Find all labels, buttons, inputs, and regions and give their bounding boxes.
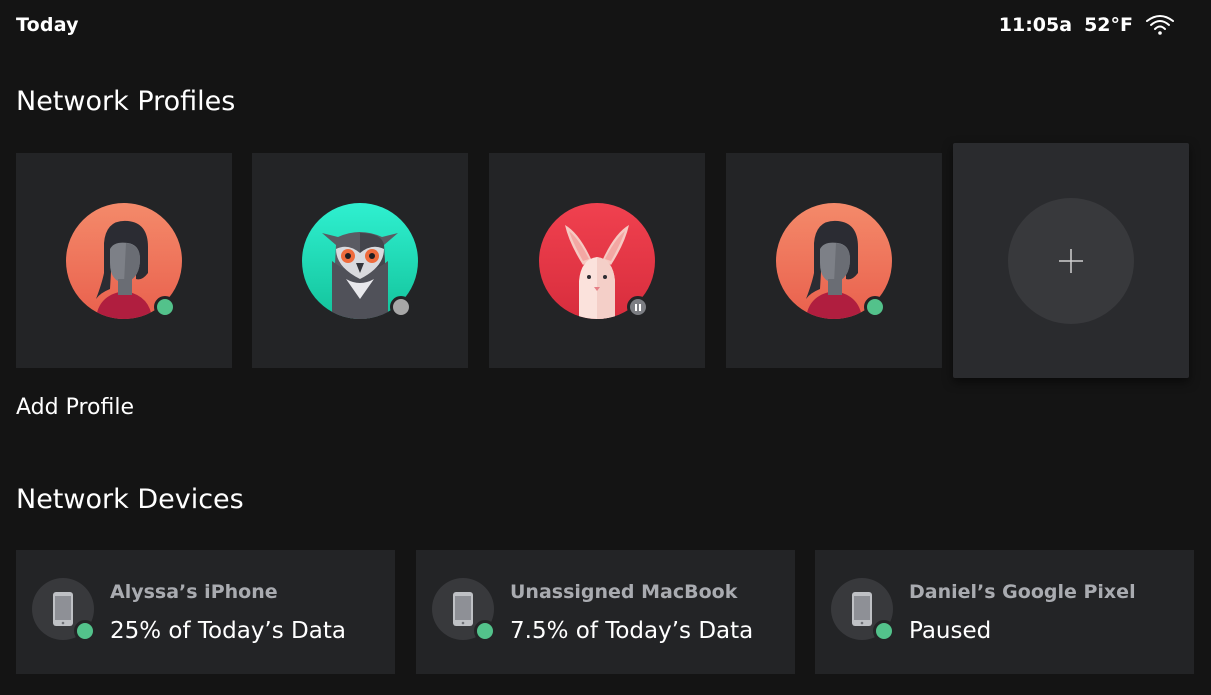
device-online-indicator bbox=[74, 620, 96, 642]
status-area: 11:05a 52°F bbox=[999, 13, 1175, 37]
wifi-icon bbox=[1145, 13, 1175, 37]
status-paused-indicator bbox=[627, 296, 649, 318]
device-card[interactable]: Unassigned MacBook 7.5% of Today’s Data bbox=[416, 550, 795, 674]
add-profile-label: Add Profile bbox=[16, 395, 134, 420]
device-usage: 25% of Today’s Data bbox=[110, 618, 346, 644]
add-profile-circle bbox=[1008, 198, 1134, 324]
clock: 11:05a bbox=[998, 14, 1073, 36]
device-card[interactable]: Daniel’s Google Pixel Paused bbox=[815, 550, 1194, 674]
plus-icon bbox=[1059, 249, 1083, 273]
device-card[interactable]: Alyssa’s iPhone 25% of Today’s Data bbox=[16, 550, 395, 674]
device-usage: 7.5% of Today’s Data bbox=[510, 618, 754, 644]
status-online-indicator bbox=[154, 296, 176, 318]
device-name: Daniel’s Google Pixel bbox=[909, 581, 1136, 603]
page-title: Today bbox=[16, 14, 79, 36]
profile-card[interactable] bbox=[726, 153, 942, 368]
status-offline-indicator bbox=[390, 296, 412, 318]
section-title-devices: Network Devices bbox=[16, 484, 244, 515]
status-online-indicator bbox=[864, 296, 886, 318]
device-online-indicator bbox=[474, 620, 496, 642]
device-name: Alyssa’s iPhone bbox=[110, 581, 278, 603]
section-title-profiles: Network Profiles bbox=[16, 86, 236, 117]
device-online-indicator bbox=[873, 620, 895, 642]
profile-card[interactable] bbox=[252, 153, 468, 368]
device-usage: Paused bbox=[909, 618, 992, 644]
profile-card[interactable] bbox=[16, 153, 232, 368]
profile-card[interactable] bbox=[489, 153, 705, 368]
top-bar: Today 11:05a 52°F bbox=[0, 0, 1211, 54]
add-profile-button[interactable] bbox=[953, 143, 1189, 378]
temperature: 52°F bbox=[1084, 14, 1133, 36]
device-name: Unassigned MacBook bbox=[510, 581, 738, 603]
